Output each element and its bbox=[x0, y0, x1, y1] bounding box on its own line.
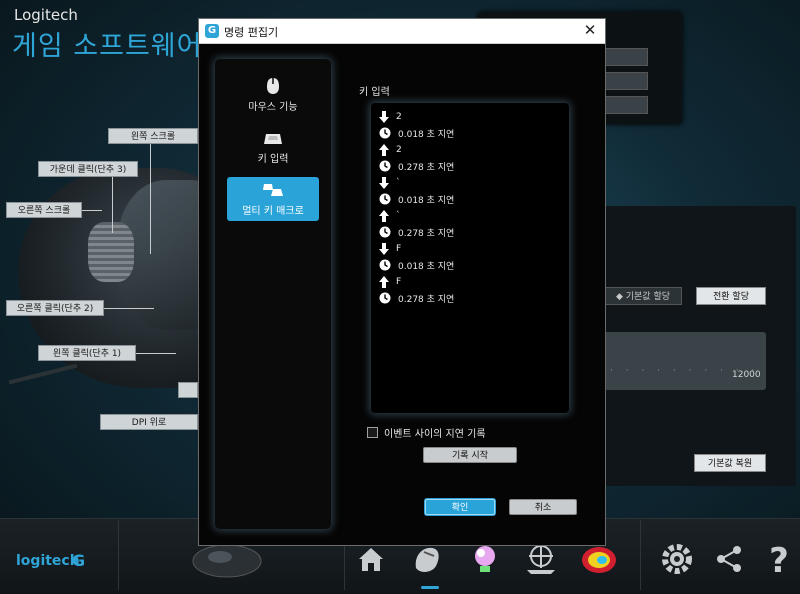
event-text: ` bbox=[396, 211, 401, 221]
event-key-up[interactable]: ` bbox=[379, 208, 401, 224]
arrow-up-icon bbox=[379, 276, 389, 288]
record-delays-label: 이벤트 사이의 지연 기록 bbox=[384, 429, 486, 440]
event-key-up[interactable]: F bbox=[379, 274, 401, 290]
leader-line bbox=[150, 144, 151, 254]
event-text: 0.278 초 지연 bbox=[398, 228, 455, 239]
close-icon[interactable]: ✕ bbox=[581, 21, 599, 39]
settings-gear-icon[interactable] bbox=[658, 540, 696, 578]
event-delay[interactable]: 0.278 초 지연 bbox=[379, 290, 454, 306]
app-title: 게임 소프트웨어 bbox=[12, 31, 203, 62]
dialog-title: 명령 편집기 bbox=[224, 26, 279, 39]
event-text: ` bbox=[396, 178, 401, 188]
leader-line bbox=[104, 308, 154, 309]
event-delay[interactable]: 0.278 초 지연 bbox=[379, 158, 454, 174]
command-editor-dialog: G 명령 편집기 ✕ 마우스 기능 키 입력 멀티 키 매크로 키 입력 2 0… bbox=[198, 18, 606, 546]
restore-default-button[interactable]: 기본값 복원 bbox=[694, 454, 766, 472]
dpi-slider[interactable] bbox=[604, 332, 766, 390]
leader-line bbox=[112, 177, 113, 233]
svg-text:?: ? bbox=[769, 541, 789, 577]
record-delays-checkbox[interactable]: 이벤트 사이의 지연 기록 bbox=[367, 425, 486, 440]
default-assign-button[interactable]: ◆ 기본값 할당 bbox=[604, 287, 682, 305]
label-dpi-shift[interactable]: DPI 위로 bbox=[100, 414, 198, 430]
command-category-list: 마우스 기능 키 입력 멀티 키 매크로 bbox=[215, 59, 331, 529]
macro-events-list[interactable]: 2 0.018 초 지연 2 0.278 초 지연 ` 0.018 초 지연 ` bbox=[371, 103, 569, 413]
leader-line bbox=[82, 210, 102, 211]
arrow-down-icon bbox=[379, 177, 389, 189]
logitech-g-icon: G bbox=[205, 24, 219, 38]
ok-button[interactable]: 확인 bbox=[425, 499, 495, 515]
category-label: 마우스 기능 bbox=[248, 102, 298, 113]
start-record-button[interactable]: 기록 시작 bbox=[423, 447, 517, 463]
slider-value: 12000 bbox=[732, 370, 761, 380]
label-right-click[interactable]: 오른쪽 클릭(단추 2) bbox=[6, 300, 104, 316]
event-key-down[interactable]: ` bbox=[379, 175, 401, 191]
label-middle-click[interactable]: 가운데 클릭(단추 3) bbox=[38, 161, 138, 177]
event-text: 0.018 초 지연 bbox=[398, 261, 455, 272]
label-left-scroll[interactable]: 왼쪽 스크롤 bbox=[108, 128, 198, 144]
clock-icon bbox=[379, 259, 391, 271]
category-multi-key-macro[interactable]: 멀티 키 매크로 bbox=[227, 177, 319, 221]
share-icon[interactable] bbox=[710, 540, 748, 578]
event-text: 0.018 초 지연 bbox=[398, 195, 455, 206]
event-delay[interactable]: 0.018 초 지연 bbox=[379, 125, 454, 141]
mouse-icon bbox=[267, 78, 279, 94]
toolbar-separator bbox=[118, 520, 119, 590]
label-left-click[interactable]: 왼쪽 클릭(단추 1) bbox=[38, 345, 136, 361]
key-icon bbox=[264, 134, 282, 144]
category-label: 멀티 키 매크로 bbox=[242, 206, 304, 217]
active-tab-indicator bbox=[421, 586, 439, 589]
event-key-down[interactable]: 2 bbox=[379, 109, 402, 125]
category-keystroke[interactable]: 키 입력 bbox=[227, 125, 319, 169]
arrow-up-icon bbox=[379, 144, 389, 156]
checkbox-box[interactable] bbox=[367, 427, 378, 438]
event-text: 0.278 초 지연 bbox=[398, 162, 455, 173]
toolbar-separator bbox=[640, 520, 641, 590]
event-delay[interactable]: 0.018 초 지연 bbox=[379, 257, 454, 273]
cancel-button[interactable]: 취소 bbox=[509, 499, 577, 515]
event-delay[interactable]: 0.018 초 지연 bbox=[379, 191, 454, 207]
clock-icon bbox=[379, 193, 391, 205]
event-key-down[interactable]: F bbox=[379, 241, 401, 257]
event-delay[interactable]: 0.278 초 지연 bbox=[379, 224, 454, 240]
category-label: 키 입력 bbox=[257, 154, 289, 165]
mouse-wheel bbox=[88, 222, 134, 282]
label-right-scroll[interactable]: 오른쪽 스크롤 bbox=[6, 202, 82, 218]
event-text: 2 bbox=[396, 145, 402, 155]
event-key-up[interactable]: 2 bbox=[379, 142, 402, 158]
leader-line bbox=[136, 353, 176, 354]
help-icon[interactable]: ? bbox=[760, 540, 798, 578]
event-text: F bbox=[396, 244, 402, 254]
arrow-down-icon bbox=[379, 111, 389, 123]
toggle-assign-button[interactable]: 전환 할당 bbox=[696, 287, 766, 305]
arrow-down-icon bbox=[379, 243, 389, 255]
clock-icon bbox=[379, 160, 391, 172]
app-brand: Logitech bbox=[14, 6, 78, 24]
clock-icon bbox=[379, 292, 391, 304]
clock-icon bbox=[379, 226, 391, 238]
event-text: F bbox=[396, 277, 402, 287]
label-hidden-button[interactable] bbox=[178, 382, 198, 398]
category-mouse-function[interactable]: 마우스 기능 bbox=[227, 73, 319, 117]
logitech-logo: logitech bbox=[16, 553, 80, 569]
dialog-titlebar: G 명령 편집기 ✕ bbox=[199, 19, 605, 44]
arrow-up-icon bbox=[379, 210, 389, 222]
events-label: 키 입력 bbox=[359, 87, 390, 98]
clock-icon bbox=[379, 127, 391, 139]
event-text: 0.278 초 지연 bbox=[398, 294, 455, 305]
logitech-g-logo: G bbox=[72, 551, 86, 570]
event-text: 0.018 초 지연 bbox=[398, 129, 455, 140]
event-text: 2 bbox=[396, 112, 402, 122]
multi-key-icon bbox=[263, 184, 283, 196]
